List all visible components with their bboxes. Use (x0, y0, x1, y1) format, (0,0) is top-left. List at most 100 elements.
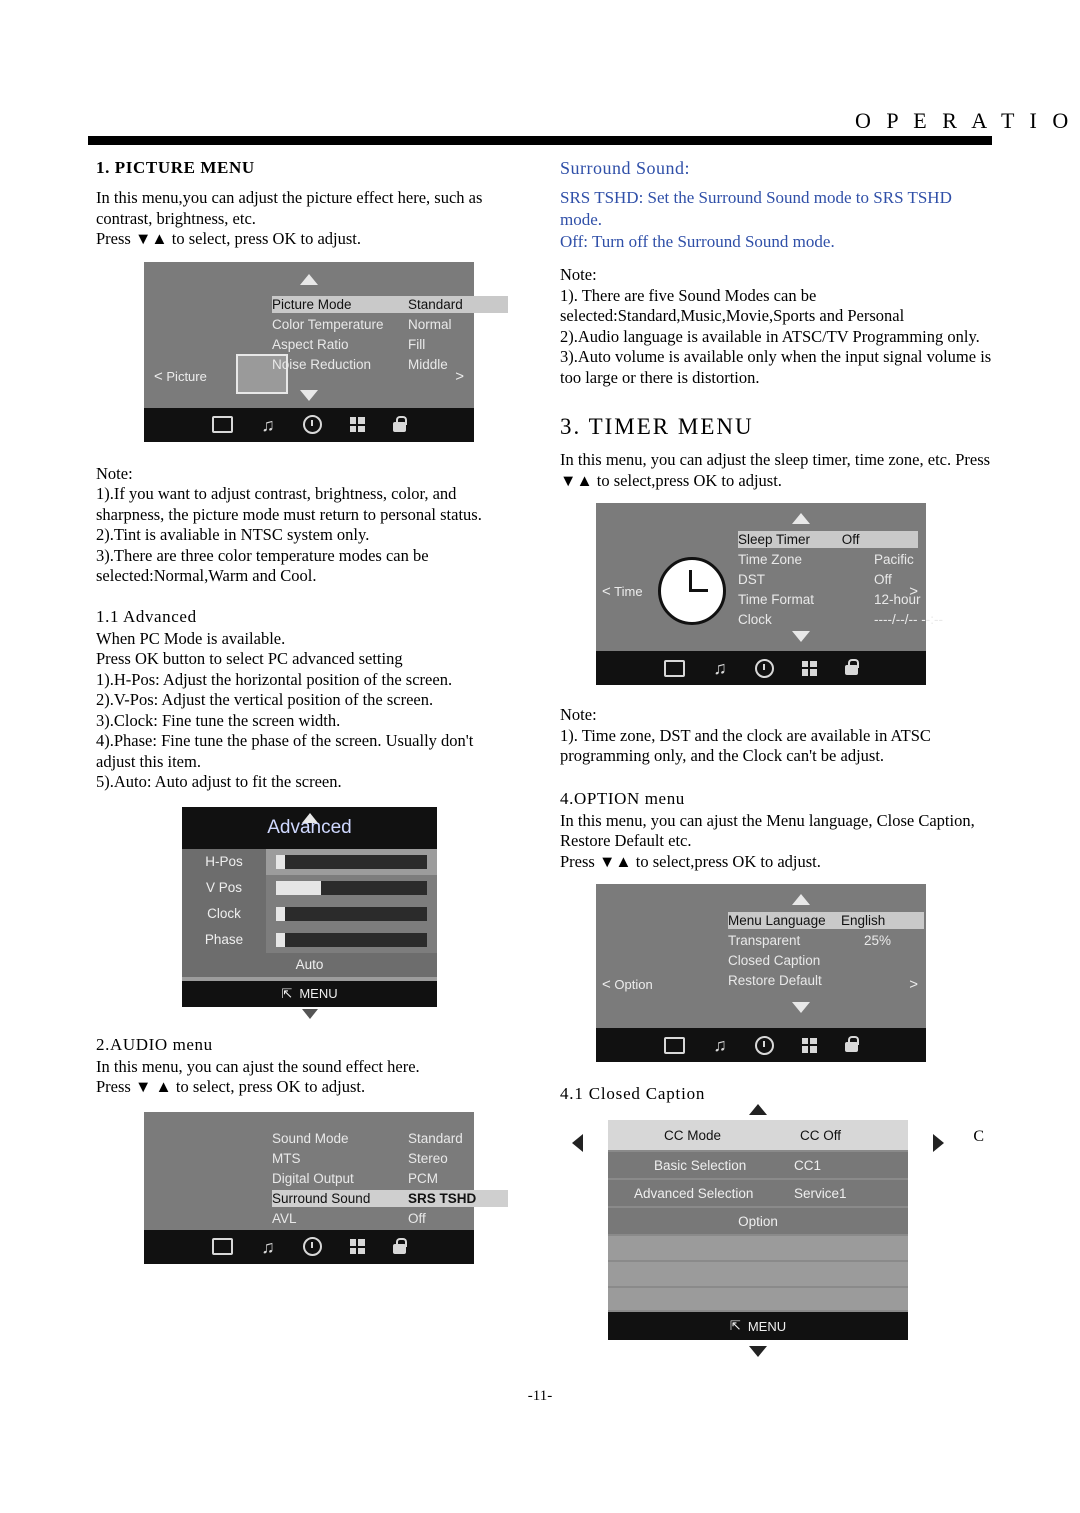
option-osd: < Option > Menu Language English Transpa… (596, 884, 926, 1062)
osd-row[interactable]: Menu Language English (728, 912, 924, 929)
clock-icon[interactable] (302, 1237, 322, 1256)
grid-icon[interactable] (801, 1037, 817, 1053)
grid-icon[interactable] (801, 660, 817, 676)
osd-row[interactable]: DST Off (738, 571, 1004, 588)
surround-note-1: 1). There are five Sound Modes can be se… (560, 285, 905, 326)
cc-row-option[interactable]: Option (608, 1208, 908, 1234)
advanced-line-2: Press OK button to select PC advanced se… (96, 649, 403, 668)
osd-row[interactable]: Clock ----/--/-- --:-- (738, 611, 1004, 628)
picture-note-title: Note: (96, 463, 133, 483)
surround-note-title: Note: (560, 265, 597, 284)
audio-osd: Sound Mode Standard MTS Stereo Digital O… (144, 1111, 508, 1264)
clock-icon[interactable] (754, 658, 774, 678)
timer-note-1: 1). Time zone, DST and the clock are ava… (560, 725, 931, 766)
osd-row[interactable]: Sleep Timer Off (738, 531, 918, 548)
option-menu-press: Press ▼▲ to select,press OK to adjust. (560, 851, 821, 871)
lock-icon[interactable] (392, 415, 407, 432)
osd-row[interactable]: Time Zone Pacific (738, 551, 1004, 568)
advanced-line-7: 5).Auto: Auto adjust to fit the screen. (96, 772, 342, 791)
picture-note-3: 3).There are three color temperature mod… (96, 545, 429, 586)
cc-blank-row-2 (608, 1262, 908, 1286)
osd-row[interactable]: MTS Stereo (272, 1150, 508, 1167)
cc-row-advanced[interactable]: Advanced Selection Service1 (608, 1180, 908, 1206)
cc-row-basic[interactable]: Basic Selection CC1 (608, 1152, 908, 1178)
phase-slider[interactable] (276, 932, 427, 947)
osd-row[interactable]: Closed Caption (728, 952, 964, 969)
cc-panel-wrap: C CC Mode CC Off Basic Selection CC1 Adv… (572, 1104, 984, 1357)
lock-icon[interactable] (844, 1036, 859, 1052)
osd-row[interactable]: Sound Mode Standard (272, 1130, 508, 1147)
chevron-left-icon: < (154, 367, 163, 385)
cc-right-marker: C (973, 1128, 984, 1145)
advanced-line-5: 3).Clock: Fine tune the screen width. (96, 710, 341, 730)
vpos-slider[interactable] (276, 880, 427, 895)
tv-icon[interactable] (664, 1036, 686, 1054)
surround-heading: Surround Sound: (560, 158, 691, 178)
audio-menu-heading: 2.AUDIO menu (96, 1034, 213, 1054)
osd-row[interactable]: AVL Off (272, 1210, 508, 1227)
option-osd-side-label: < Option (602, 976, 653, 993)
osd-row[interactable]: Aspect Ratio Fill (272, 336, 508, 353)
tv-icon[interactable] (212, 1238, 234, 1255)
clock-slider[interactable] (276, 906, 427, 921)
clock-icon[interactable] (754, 1035, 774, 1055)
left-column: 1. PICTURE MENU In this menu,you can adj… (96, 158, 516, 1264)
cc-row-ccmode[interactable]: CC Mode CC Off (608, 1120, 908, 1150)
picture-osd-side-label: < Picture (154, 367, 207, 385)
osd-row[interactable]: Color Temperature Normal (272, 316, 508, 333)
osd-row[interactable]: Digital Output PCM (272, 1170, 508, 1187)
osd-row[interactable]: Picture Mode Standard (272, 295, 508, 313)
advanced-menu-key[interactable]: ⇱ MENU (182, 981, 437, 1007)
music-note-icon[interactable]: ♫ (713, 659, 727, 677)
osd-row[interactable]: Restore Default (728, 972, 964, 989)
advanced-row-vpos[interactable]: V Pos (182, 874, 437, 901)
surround-note-3: 3).Auto volume is available only when th… (560, 347, 992, 387)
right-column: Surround Sound: SRS TSHD: Set the Surrou… (560, 158, 992, 1357)
advanced-row-clock[interactable]: Clock (182, 900, 437, 927)
osd-up-arrow-icon (792, 894, 810, 905)
closed-caption-heading: 4.1 Closed Caption (560, 1084, 706, 1103)
audio-menu-intro: In this menu, you can ajust the sound ef… (96, 1056, 420, 1076)
osd-icon-bar: ♫ (144, 1229, 474, 1264)
tv-icon[interactable] (212, 416, 234, 433)
osd-down-arrow-icon (300, 389, 318, 401)
hpos-slider[interactable] (276, 854, 427, 869)
osd-row[interactable]: Transparent 25% (728, 932, 964, 949)
picture-note-1: 1).If you want to adjust contrast, brigh… (96, 484, 482, 524)
music-note-icon[interactable]: ♫ (261, 1238, 275, 1256)
picture-osd: < Picture > Picture Mode Standard Color … (144, 261, 508, 442)
lock-icon[interactable] (844, 659, 859, 675)
lock-icon[interactable] (392, 1237, 407, 1254)
advanced-row-hpos[interactable]: H-Pos (182, 848, 437, 875)
cc-menu-key[interactable]: ⇱ MENU (608, 1312, 908, 1340)
advanced-line-3: 1).H-Pos: Adjust the horizontal position… (96, 669, 453, 689)
grid-icon[interactable] (349, 417, 365, 432)
advanced-auto-button[interactable]: Auto (182, 952, 437, 977)
clock-icon[interactable] (302, 415, 322, 434)
audio-osd-rows: Sound Mode Standard MTS Stereo Digital O… (272, 1130, 508, 1227)
osd-icon-bar: ♫ (596, 1028, 926, 1062)
osd-row[interactable]: Time Format 12-hour (738, 591, 1004, 608)
option-menu-intro: In this menu, you can ajust the Menu lan… (560, 810, 975, 851)
cc-left-arrow-icon (572, 1134, 583, 1152)
timer-osd-side-label: < Time (602, 583, 643, 600)
header-rule-2 (88, 141, 992, 145)
timer-osd: < Time > Sleep Timer Off Time Zone Pacif… (596, 503, 943, 685)
grid-icon[interactable] (349, 1239, 365, 1254)
picture-menu-press: Press ▼▲ to select, press OK to adjust. (96, 229, 362, 248)
picture-menu-intro: In this menu,you can adjust the picture … (96, 188, 483, 228)
osd-row[interactable]: Noise Reduction Middle (272, 356, 508, 373)
music-note-icon[interactable]: ♫ (261, 416, 275, 434)
advanced-row-phase[interactable]: Phase (182, 926, 437, 953)
surround-line-1: SRS TSHD: Set the Surround Sound mode to… (560, 188, 952, 229)
advanced-line-4: 2).V-Pos: Adjust the vertical position o… (96, 690, 434, 709)
page-header-title: O P E R A T I O N (855, 108, 1080, 133)
osd-icon-bar: ♫ (144, 407, 474, 442)
advanced-line-1: When PC Mode is available. (96, 628, 286, 648)
analog-clock-icon (658, 557, 726, 625)
music-note-icon[interactable]: ♫ (713, 1036, 727, 1054)
osd-row[interactable]: Surround Sound SRS TSHD (272, 1189, 508, 1207)
picture-note-2: 2).Tint is avaliable in NTSC system only… (96, 525, 370, 544)
tv-icon[interactable] (664, 659, 686, 677)
advanced-heading: 1.1 Advanced (96, 606, 197, 626)
